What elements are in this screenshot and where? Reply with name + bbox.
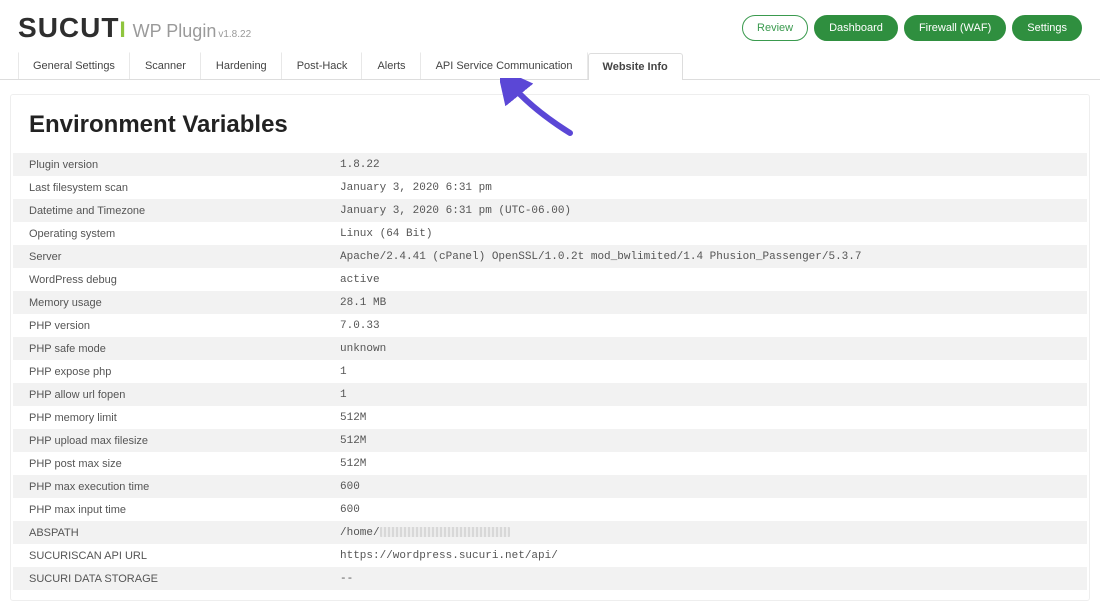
- table-row: PHP expose php1: [13, 360, 1087, 383]
- env-label: Plugin version: [13, 153, 324, 176]
- env-label: PHP upload max filesize: [13, 429, 324, 452]
- env-value: active: [324, 268, 1087, 291]
- table-row: SUCURI DATA STORAGE--: [13, 567, 1087, 590]
- table-row: WordPress debugactive: [13, 268, 1087, 291]
- table-row: PHP max input time600: [13, 498, 1087, 521]
- top-nav: Review Dashboard Firewall (WAF) Settings: [742, 15, 1082, 41]
- table-row: ServerApache/2.4.41 (cPanel) OpenSSL/1.0…: [13, 245, 1087, 268]
- env-value: Linux (64 Bit): [324, 222, 1087, 245]
- tab-alerts[interactable]: Alerts: [362, 52, 420, 79]
- dashboard-button[interactable]: Dashboard: [814, 15, 898, 41]
- env-label: PHP version: [13, 314, 324, 337]
- table-row: SUCURISCAN API URLhttps://wordpress.sucu…: [13, 544, 1087, 567]
- env-value: 1.8.22: [324, 153, 1087, 176]
- env-value: /home/: [324, 521, 1087, 544]
- env-value: 1: [324, 360, 1087, 383]
- tab-hardening[interactable]: Hardening: [201, 52, 282, 79]
- env-label: PHP max input time: [13, 498, 324, 521]
- env-value: 7.0.33: [324, 314, 1087, 337]
- env-value: Apache/2.4.41 (cPanel) OpenSSL/1.0.2t mo…: [324, 245, 1087, 268]
- brand-logo: SUCUTI WP Plugin v1.8.22: [18, 12, 251, 44]
- env-label: Operating system: [13, 222, 324, 245]
- table-row: PHP version7.0.33: [13, 314, 1087, 337]
- settings-tabs: General Settings Scanner Hardening Post-…: [0, 52, 1100, 80]
- env-value: --: [324, 567, 1087, 590]
- table-row: Operating systemLinux (64 Bit): [13, 222, 1087, 245]
- env-value: 512M: [324, 406, 1087, 429]
- env-label: PHP memory limit: [13, 406, 324, 429]
- table-row: PHP post max size512M: [13, 452, 1087, 475]
- env-value: unknown: [324, 337, 1087, 360]
- env-value: 512M: [324, 429, 1087, 452]
- env-label: Server: [13, 245, 324, 268]
- tab-scanner[interactable]: Scanner: [130, 52, 201, 79]
- table-row: PHP upload max filesize512M: [13, 429, 1087, 452]
- env-value: January 3, 2020 6:31 pm (UTC-06.00): [324, 199, 1087, 222]
- env-label: WordPress debug: [13, 268, 324, 291]
- brand-version: v1.8.22: [218, 29, 251, 40]
- table-row: Datetime and TimezoneJanuary 3, 2020 6:3…: [13, 199, 1087, 222]
- env-label: SUCURI DATA STORAGE: [13, 567, 324, 590]
- env-value: 600: [324, 498, 1087, 521]
- env-label: PHP allow url fopen: [13, 383, 324, 406]
- env-value: 512M: [324, 452, 1087, 475]
- env-label: PHP safe mode: [13, 337, 324, 360]
- env-label: ABSPATH: [13, 521, 324, 544]
- env-label: PHP post max size: [13, 452, 324, 475]
- firewall-button[interactable]: Firewall (WAF): [904, 15, 1006, 41]
- env-value: 28.1 MB: [324, 291, 1087, 314]
- tab-general-settings[interactable]: General Settings: [18, 52, 130, 79]
- review-button[interactable]: Review: [742, 15, 808, 41]
- env-label: PHP max execution time: [13, 475, 324, 498]
- env-panel: Environment Variables Plugin version1.8.…: [10, 94, 1090, 601]
- env-label: SUCURISCAN API URL: [13, 544, 324, 567]
- tab-api-service-communication[interactable]: API Service Communication: [421, 52, 588, 79]
- table-row: Memory usage28.1 MB: [13, 291, 1087, 314]
- redacted-text: [380, 527, 510, 537]
- table-row: ABSPATH/home/: [13, 521, 1087, 544]
- env-label: Last filesystem scan: [13, 176, 324, 199]
- annotation-arrow: [500, 78, 580, 138]
- env-label: PHP expose php: [13, 360, 324, 383]
- env-value: 600: [324, 475, 1087, 498]
- tab-post-hack[interactable]: Post-Hack: [282, 52, 363, 79]
- table-row: PHP memory limit512M: [13, 406, 1087, 429]
- table-row: Last filesystem scanJanuary 3, 2020 6:31…: [13, 176, 1087, 199]
- table-row: PHP max execution time600: [13, 475, 1087, 498]
- env-value: January 3, 2020 6:31 pm: [324, 176, 1087, 199]
- table-row: Plugin version1.8.22: [13, 153, 1087, 176]
- tab-website-info[interactable]: Website Info: [588, 53, 683, 80]
- env-value: https://wordpress.sucuri.net/api/: [324, 544, 1087, 567]
- brand-subtitle: WP Plugin: [133, 21, 217, 42]
- env-label: Memory usage: [13, 291, 324, 314]
- env-table: Plugin version1.8.22Last filesystem scan…: [13, 153, 1087, 590]
- table-row: PHP safe modeunknown: [13, 337, 1087, 360]
- env-label: Datetime and Timezone: [13, 199, 324, 222]
- settings-button[interactable]: Settings: [1012, 15, 1082, 41]
- table-row: PHP allow url fopen1: [13, 383, 1087, 406]
- env-value: 1: [324, 383, 1087, 406]
